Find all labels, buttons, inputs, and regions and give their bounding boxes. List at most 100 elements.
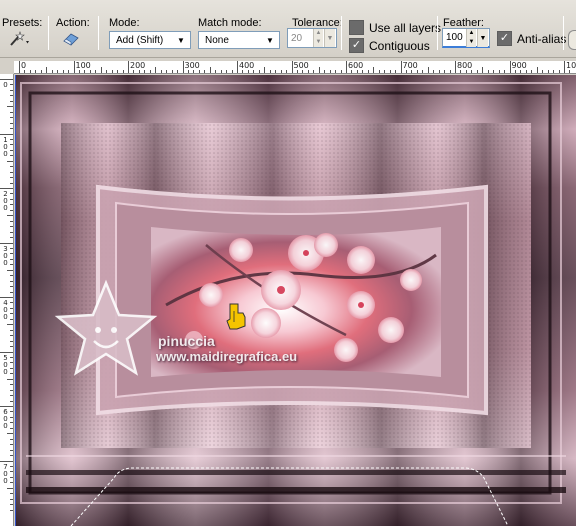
ruler-minor-tick bbox=[542, 70, 544, 73]
ruler-minor-tick bbox=[10, 356, 13, 358]
tolerance-stepper[interactable]: ▲ ▼ bbox=[313, 29, 323, 47]
ruler-minor-tick bbox=[10, 482, 13, 484]
ruler-minor-tick bbox=[35, 70, 37, 73]
ruler-minor-tick bbox=[242, 70, 244, 73]
ruler-minor-tick bbox=[335, 70, 337, 73]
ruler-minor-tick bbox=[7, 269, 13, 271]
ruler-minor-tick bbox=[10, 373, 13, 375]
chevron-down-icon[interactable]: ▼ bbox=[324, 29, 335, 47]
mode-label: Mode: bbox=[109, 17, 140, 29]
ruler-minor-tick bbox=[10, 367, 13, 369]
overflow-button[interactable] bbox=[568, 30, 576, 50]
ruler-minor-tick bbox=[220, 70, 222, 73]
ruler-minor-tick bbox=[51, 70, 53, 73]
ruler-minor-tick bbox=[449, 70, 451, 73]
ruler-minor-tick bbox=[531, 70, 533, 73]
ruler-minor-tick bbox=[89, 70, 91, 73]
ruler-minor-tick bbox=[10, 128, 13, 130]
ruler-minor-tick bbox=[313, 70, 315, 73]
ruler-minor-tick bbox=[258, 70, 260, 73]
chevron-down-icon[interactable]: ▼ bbox=[477, 29, 488, 47]
ruler-major-tick bbox=[0, 242, 13, 244]
mode-dropdown-value: Add (Shift) bbox=[116, 34, 164, 46]
match-mode-dropdown-value: None bbox=[205, 34, 229, 46]
mode-dropdown[interactable]: Add (Shift) ▼ bbox=[109, 31, 191, 49]
ruler-minor-tick bbox=[10, 204, 13, 206]
ruler-minor-tick bbox=[160, 70, 162, 73]
ruler-major-tick bbox=[0, 406, 13, 407]
ruler-minor-tick bbox=[558, 70, 560, 73]
image-canvas[interactable]: pinuccia www.maidiregrafica.eu bbox=[15, 75, 576, 526]
ruler-minor-tick bbox=[204, 70, 206, 73]
ruler-minor-tick bbox=[280, 70, 282, 73]
ruler-minor-tick bbox=[10, 476, 13, 478]
ruler-minor-tick bbox=[84, 70, 86, 73]
ruler-major-tick bbox=[509, 61, 511, 73]
ruler-minor-tick bbox=[367, 70, 369, 73]
ruler-minor-tick bbox=[536, 67, 538, 73]
ruler-minor-tick bbox=[416, 70, 418, 73]
ruler-minor-tick bbox=[10, 346, 13, 348]
ruler-label: 600 bbox=[348, 61, 364, 70]
ruler-minor-tick bbox=[275, 70, 277, 73]
ruler-minor-tick bbox=[10, 307, 13, 309]
ruler-minor-tick bbox=[487, 70, 489, 73]
ruler-minor-tick bbox=[10, 177, 13, 179]
ruler-minor-tick bbox=[193, 70, 195, 73]
action-button[interactable] bbox=[60, 30, 82, 50]
ruler-major-tick bbox=[0, 351, 13, 353]
chevron-down-icon: ▼ bbox=[177, 35, 185, 45]
ruler-minor-tick bbox=[10, 302, 13, 304]
match-mode-dropdown[interactable]: None ▼ bbox=[198, 31, 280, 49]
ruler-minor-tick bbox=[356, 70, 358, 73]
ruler-minor-tick bbox=[427, 67, 429, 73]
ruler-minor-tick bbox=[10, 122, 13, 124]
ruler-major-tick bbox=[455, 61, 456, 73]
ruler-major-tick bbox=[564, 61, 565, 73]
ruler-minor-tick bbox=[40, 70, 42, 73]
ruler-minor-tick bbox=[569, 70, 571, 73]
ruler-minor-tick bbox=[7, 215, 13, 217]
ruler-label: 200 bbox=[3, 190, 8, 212]
ruler-minor-tick bbox=[138, 70, 140, 73]
ruler-minor-tick bbox=[10, 171, 13, 173]
tolerance-spinbox[interactable]: 20 ▲ ▼ ▼ bbox=[287, 28, 337, 48]
ruler-minor-tick bbox=[10, 117, 13, 119]
feather-stepper[interactable]: ▲ ▼ bbox=[466, 29, 476, 47]
ruler-minor-tick bbox=[422, 70, 424, 73]
ruler-minor-tick bbox=[78, 70, 80, 73]
ruler-minor-tick bbox=[187, 70, 189, 73]
ruler-minor-tick bbox=[329, 70, 331, 73]
ruler-label: 600 bbox=[3, 408, 8, 430]
ruler-minor-tick bbox=[10, 209, 13, 211]
ruler-major-tick bbox=[0, 133, 13, 135]
ruler-minor-tick bbox=[117, 70, 119, 73]
ruler-minor-tick bbox=[10, 193, 13, 195]
artwork bbox=[16, 75, 576, 526]
ruler-minor-tick bbox=[10, 144, 13, 146]
anti-alias-checkbox[interactable]: ✓ bbox=[497, 31, 512, 46]
use-all-layers-checkbox[interactable] bbox=[349, 20, 364, 35]
ruler-minor-tick bbox=[10, 411, 13, 413]
ruler-minor-tick bbox=[10, 318, 13, 320]
ruler-minor-tick bbox=[7, 106, 13, 108]
ruler-minor-tick bbox=[438, 70, 440, 73]
tolerance-value: 20 bbox=[291, 32, 303, 44]
ruler-minor-tick bbox=[269, 70, 271, 73]
contiguous-checkbox[interactable]: ✓ bbox=[349, 38, 364, 53]
ruler-minor-tick bbox=[10, 335, 13, 337]
contiguous-label: Contiguous bbox=[369, 39, 430, 53]
ruler-minor-tick bbox=[476, 70, 478, 73]
ruler-minor-tick bbox=[10, 111, 13, 113]
ruler-minor-tick bbox=[144, 70, 146, 73]
ruler-minor-tick bbox=[318, 67, 320, 73]
ruler-major-tick bbox=[0, 188, 13, 189]
ruler-minor-tick bbox=[504, 70, 506, 73]
ruler-minor-tick bbox=[10, 400, 13, 402]
ruler-minor-tick bbox=[465, 70, 467, 73]
ruler-minor-tick bbox=[95, 70, 97, 73]
feather-spinbox[interactable]: 100 ▲ ▼ ▼ bbox=[442, 28, 490, 48]
ruler-minor-tick bbox=[24, 70, 26, 73]
ruler-minor-tick bbox=[460, 70, 462, 73]
presets-button[interactable] bbox=[6, 30, 32, 50]
